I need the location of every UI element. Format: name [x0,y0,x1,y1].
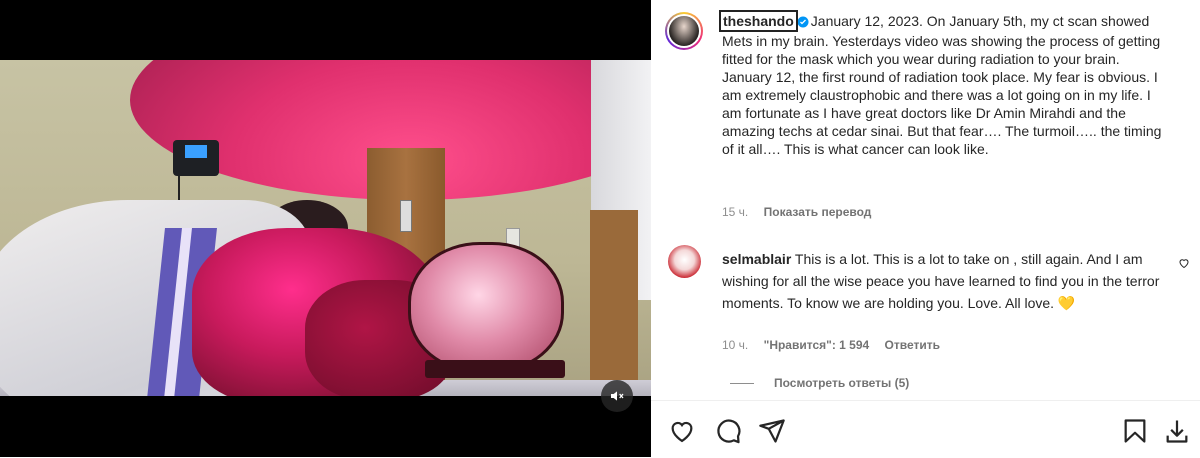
post-media[interactable] [0,0,651,457]
heart-icon[interactable] [1178,256,1190,274]
commenter-username[interactable]: selmablair [722,251,791,267]
action-bar [651,400,1200,458]
post-caption: theshando January 12, 2023. On January 5t… [719,10,1168,158]
comment: selmablair This is a lot. This is a lot … [722,248,1162,314]
comment-time[interactable]: 10 ч. [722,338,748,352]
wall-panel [400,200,412,232]
caption-text: January 12, 2023. On January 5th, my ct … [722,13,1162,157]
wall-phone [173,140,219,176]
share-icon[interactable] [758,417,786,445]
download-icon[interactable] [1163,417,1191,445]
mask-frame [425,360,565,378]
view-replies[interactable]: Посмотреть ответы (5) [730,376,909,390]
author-avatar[interactable] [665,12,703,50]
wood-door-right [590,210,638,396]
video-frame[interactable] [0,60,651,396]
replies-divider [730,382,754,384]
reply-button[interactable]: Ответить [885,338,940,352]
comment-likes[interactable]: "Нравится": 1 594 [764,338,870,352]
comment-meta: 10 ч. "Нравится": 1 594 Ответить [722,338,952,352]
speaker-muted-icon[interactable] [601,380,633,412]
post-time[interactable]: 15 ч. [722,205,748,219]
heart-icon[interactable] [668,417,696,445]
author-username[interactable]: theshando [719,10,798,32]
verified-badge-icon [797,14,809,32]
view-replies-label[interactable]: Посмотреть ответы (5) [774,376,909,390]
bookmark-icon[interactable] [1121,417,1149,445]
comment-icon[interactable] [714,417,742,445]
commenter-avatar[interactable] [668,245,701,278]
radiation-mask [408,242,564,373]
translate-link[interactable]: Показать перевод [764,205,872,219]
caption-meta: 15 ч. Показать перевод [722,205,871,219]
